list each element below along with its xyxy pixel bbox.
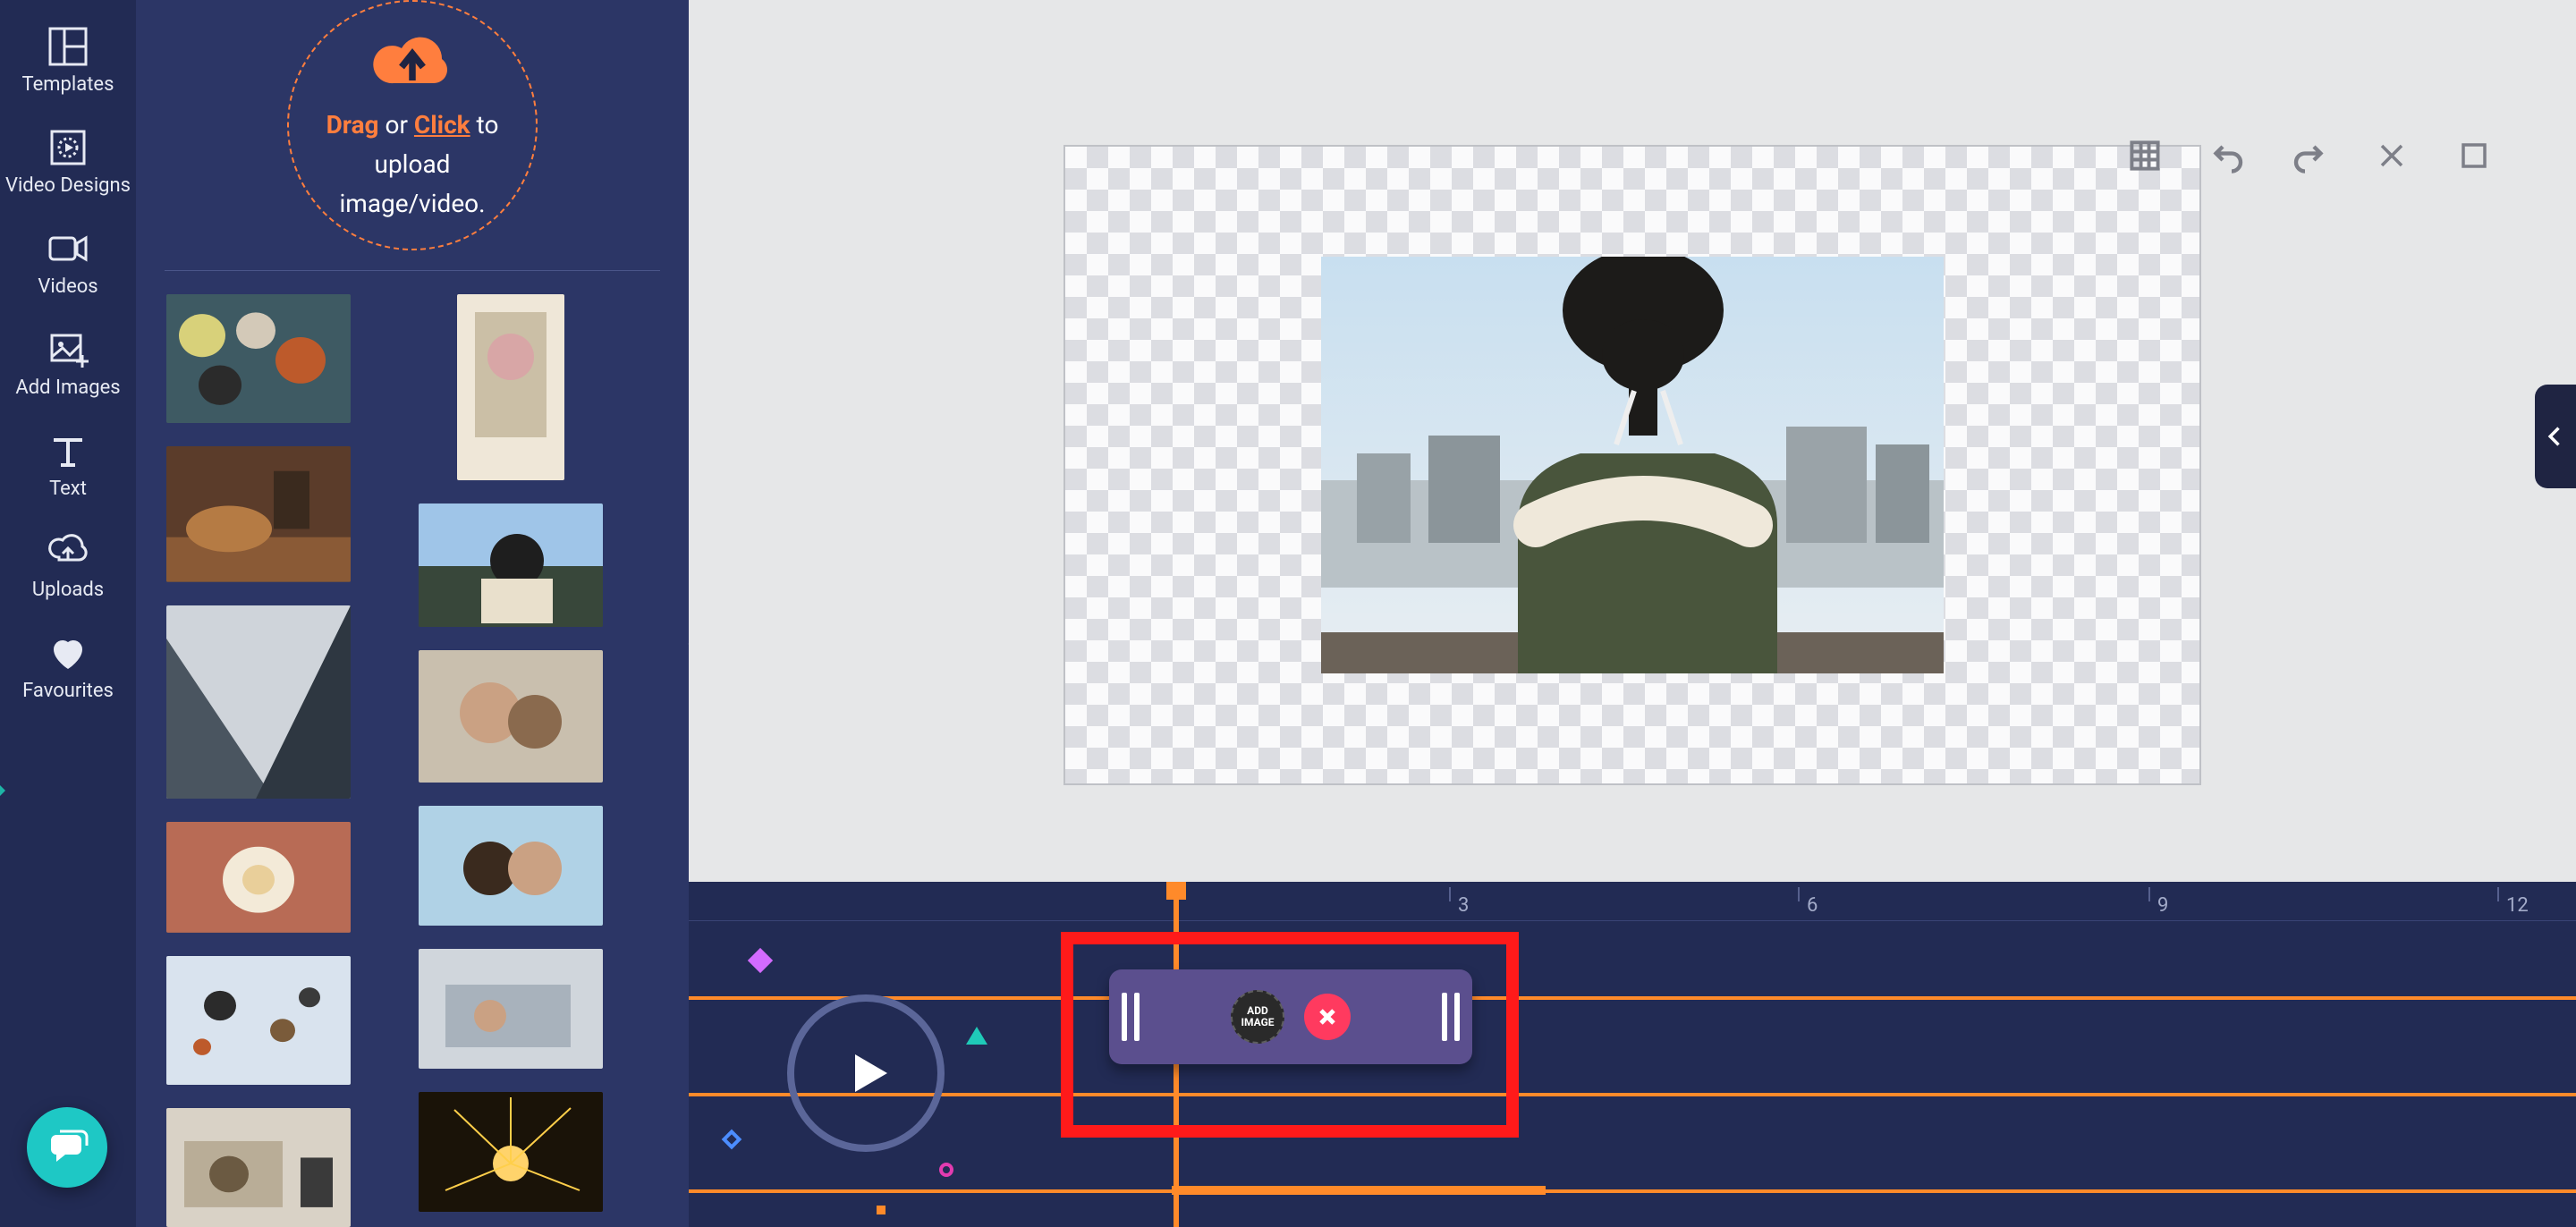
play-icon [834, 1041, 898, 1105]
play-button[interactable] [787, 994, 945, 1152]
uploads-panel: Drag or Click to upload image/video. [136, 0, 689, 1227]
thumb[interactable] [419, 650, 603, 783]
left-rail: Templates Video Designs Videos Add Image… [0, 0, 136, 1227]
chat-icon [46, 1126, 89, 1169]
rail-label: Favourites [22, 680, 114, 702]
rail-label: Templates [22, 73, 114, 96]
rail-item-text[interactable]: Text [45, 427, 91, 500]
thumb[interactable] [419, 503, 603, 627]
fullscreen-button[interactable] [2453, 134, 2496, 177]
play-controls [689, 944, 1011, 1213]
dropzone-text-3: image/video. [339, 187, 485, 221]
canvas-image[interactable] [1321, 257, 1944, 673]
thumb[interactable] [166, 1108, 351, 1227]
thumb[interactable] [419, 806, 603, 926]
rail-label: Videos [38, 275, 97, 298]
rail-item-add-images[interactable]: Add Images [15, 326, 120, 399]
close-button[interactable] [2370, 134, 2413, 177]
undo-button[interactable] [2206, 134, 2249, 177]
square-icon [2460, 141, 2488, 170]
thumb[interactable] [419, 949, 603, 1069]
rail-item-favourites[interactable]: Favourites [22, 630, 114, 702]
add-image-badge[interactable]: ADD IMAGE [1231, 990, 1284, 1044]
thumb-col-left [166, 294, 351, 1227]
rail-item-templates[interactable]: Templates [22, 23, 114, 96]
ruler-tick: 3 [1449, 882, 1469, 920]
undo-icon [2209, 138, 2245, 173]
rail-label: Text [49, 478, 87, 500]
rail-label: Add Images [15, 377, 120, 399]
ruler-tick: 9 [2148, 882, 2168, 920]
expand-right-panel-button[interactable] [2535, 385, 2576, 488]
rail-label: Video Designs [5, 174, 131, 197]
thumb[interactable] [166, 294, 351, 423]
upload-thumbnails [136, 271, 689, 1227]
timeline-clip[interactable]: ADD IMAGE [1109, 969, 1472, 1064]
thumb[interactable] [419, 1092, 603, 1212]
redo-button[interactable] [2288, 134, 2331, 177]
delete-clip-button[interactable] [1304, 994, 1351, 1040]
upload-dropzone[interactable]: Drag or Click to upload image/video. [287, 0, 538, 250]
chevron-left-icon [2543, 424, 2568, 449]
canvas-area [689, 0, 2576, 882]
app-root: Templates Video Designs Videos Add Image… [0, 0, 2576, 1227]
timeline[interactable]: 3 6 9 12 [689, 882, 2576, 1227]
videos-icon [45, 225, 91, 272]
ruler-tick: 12 [2497, 882, 2529, 920]
close-icon [2377, 141, 2406, 170]
redo-icon [2292, 138, 2327, 173]
thumb[interactable] [166, 446, 351, 582]
thumb[interactable] [166, 822, 351, 933]
rail-active-marker [0, 778, 5, 803]
thumb[interactable] [166, 956, 351, 1085]
thumb-col-right [419, 294, 603, 1227]
canvas-frame[interactable] [1063, 145, 2201, 785]
ruler-tick: 6 [1798, 882, 1818, 920]
rail-item-uploads[interactable]: Uploads [32, 529, 104, 601]
clip-handle-right[interactable] [1442, 993, 1460, 1041]
dropzone-text-2: upload [375, 148, 451, 182]
uploads-icon [45, 529, 91, 575]
canvas-toolbar [2123, 134, 2496, 177]
clip-handle-left[interactable] [1122, 993, 1140, 1041]
add-images-icon [45, 326, 91, 373]
video-designs-icon [45, 124, 91, 171]
chat-button[interactable] [27, 1107, 107, 1188]
rail-item-videos[interactable]: Videos [38, 225, 97, 298]
thumb[interactable] [457, 294, 564, 480]
main-area: 3 6 9 12 [689, 0, 2576, 1227]
grid-button[interactable] [2123, 134, 2166, 177]
close-icon [1317, 1006, 1338, 1028]
timeline-ruler[interactable]: 3 6 9 12 [689, 882, 2576, 921]
thumb[interactable] [166, 605, 351, 799]
rail-item-video-designs[interactable]: Video Designs [5, 124, 131, 197]
text-icon [45, 427, 91, 474]
cloud-upload-icon [369, 30, 455, 103]
favourites-icon [45, 630, 91, 676]
grid-icon [2129, 140, 2161, 172]
rail-label: Uploads [32, 579, 104, 601]
timeline-segment[interactable] [1172, 1186, 1546, 1195]
templates-icon [45, 23, 91, 70]
badge-text: IMAGE [1241, 1017, 1274, 1028]
dropzone-text-1: Drag or Click to [326, 108, 499, 142]
